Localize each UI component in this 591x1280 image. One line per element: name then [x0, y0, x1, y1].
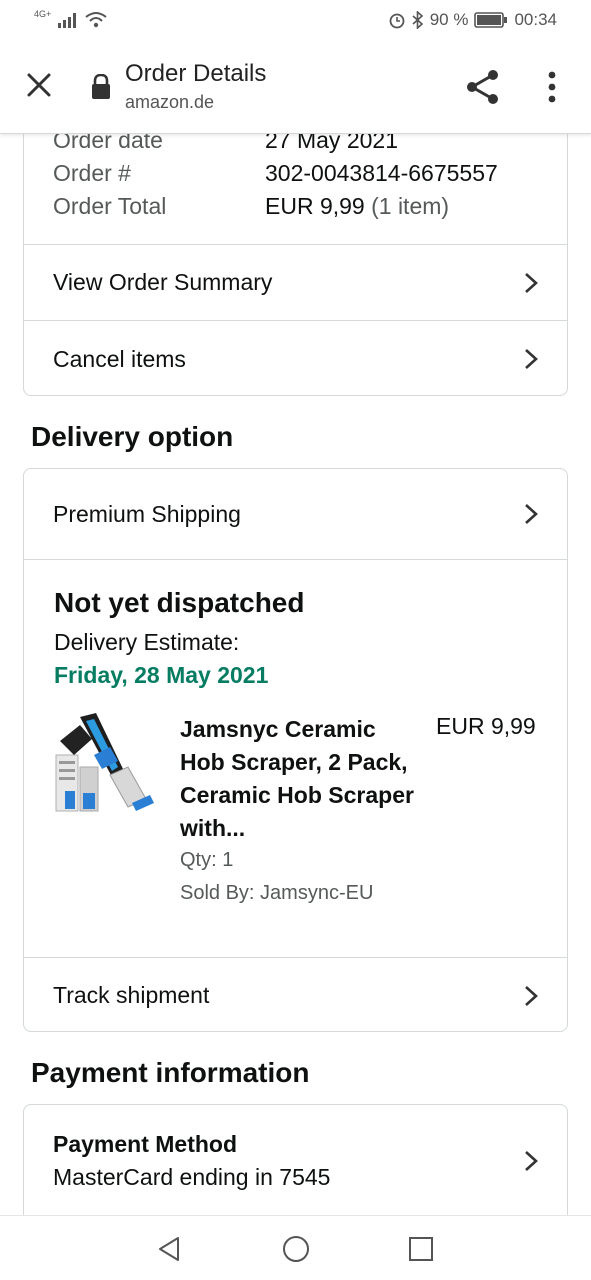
share-button[interactable]: [464, 68, 502, 106]
system-nav-bar: [0, 1215, 591, 1280]
order-number-value: 302-0043814-6675557: [265, 160, 498, 186]
payment-method-value: MasterCard ending in 7545: [53, 1164, 331, 1190]
bluetooth-icon: [412, 11, 423, 29]
view-order-summary-link[interactable]: View Order Summary: [24, 245, 567, 320]
battery-percent: 90 %: [429, 10, 469, 29]
page-title-group: Order Details amazon.de: [125, 60, 266, 113]
order-total-value-group: EUR 9,99 (1 item): [265, 193, 449, 220]
recents-button[interactable]: [406, 1234, 436, 1264]
order-number-label: Order #: [53, 160, 131, 186]
divider: [24, 559, 567, 560]
wifi-icon: [85, 12, 107, 28]
chevron-right-icon: [525, 504, 538, 524]
cancel-items-link[interactable]: Cancel items: [24, 321, 567, 397]
delivery-estimate-label: Delivery Estimate:: [54, 629, 240, 655]
close-icon: [27, 73, 51, 97]
order-total-value: EUR 9,99: [265, 193, 365, 219]
dispatch-status: Not yet dispatched: [54, 587, 305, 618]
payment-heading: Payment information: [31, 1057, 310, 1088]
browser-toolbar: Order Details amazon.de: [0, 40, 591, 134]
home-button[interactable]: [281, 1234, 311, 1264]
divider: [24, 244, 567, 245]
premium-shipping-link[interactable]: Premium Shipping: [24, 469, 567, 559]
delivery-estimate-date: Friday, 28 May 2021: [54, 662, 269, 688]
chevron-right-icon: [525, 985, 538, 1006]
product-image[interactable]: [52, 711, 162, 821]
order-number-row: Order # 302-0043814-6675557: [53, 157, 498, 190]
network-type: 4G+: [34, 9, 52, 19]
order-total-label: Order Total: [53, 193, 167, 219]
recents-icon: [409, 1237, 433, 1261]
more-options-button[interactable]: [538, 68, 566, 106]
view-order-summary-label: View Order Summary: [53, 269, 273, 295]
shipping-label: Premium Shipping: [53, 500, 241, 527]
order-info: Order date 27 May 2021 Order # 302-00438…: [53, 124, 498, 223]
home-icon: [283, 1236, 309, 1262]
cancel-items-label: Cancel items: [53, 345, 186, 372]
page-title: Order Details: [125, 60, 267, 87]
share-icon: [467, 70, 498, 104]
product-qty: Qty: 1: [180, 849, 234, 871]
battery-icon: [474, 12, 508, 28]
signal-icon: [58, 13, 77, 28]
product-price: EUR 9,99: [436, 713, 536, 739]
product-seller: Sold By: Jamsync-EU: [180, 882, 374, 904]
status-bar: 4G+ 90 % 00:34: [0, 0, 591, 40]
product-name[interactable]: Jamsnyc Ceramic Hob Scraper, 2 Pack, Cer…: [180, 713, 416, 845]
payment-method-label: Payment Method: [53, 1131, 238, 1157]
page-domain: amazon.de: [125, 92, 215, 112]
chevron-right-icon: [525, 1151, 538, 1171]
order-total-row: Order Total EUR 9,99 (1 item): [53, 190, 498, 223]
delivery-heading: Delivery option: [31, 421, 234, 452]
track-shipment-link[interactable]: Track shipment: [24, 958, 567, 1033]
status-time: 00:34: [514, 10, 557, 29]
back-button[interactable]: [154, 1234, 184, 1264]
status-left: 4G+: [34, 9, 107, 29]
chevron-right-icon: [525, 349, 538, 369]
close-button[interactable]: [24, 70, 54, 100]
order-total-items: (1 item): [371, 193, 450, 219]
track-shipment-label: Track shipment: [53, 982, 210, 1008]
back-icon: [159, 1237, 179, 1261]
delivery-card: Premium Shipping Not yet dispatched Deli…: [23, 468, 568, 1032]
alarm-icon: [389, 13, 405, 29]
lock-icon: [90, 73, 112, 100]
status-right: 90 % 00:34: [388, 10, 557, 30]
more-icon: [548, 71, 556, 103]
chevron-right-icon: [525, 272, 538, 293]
